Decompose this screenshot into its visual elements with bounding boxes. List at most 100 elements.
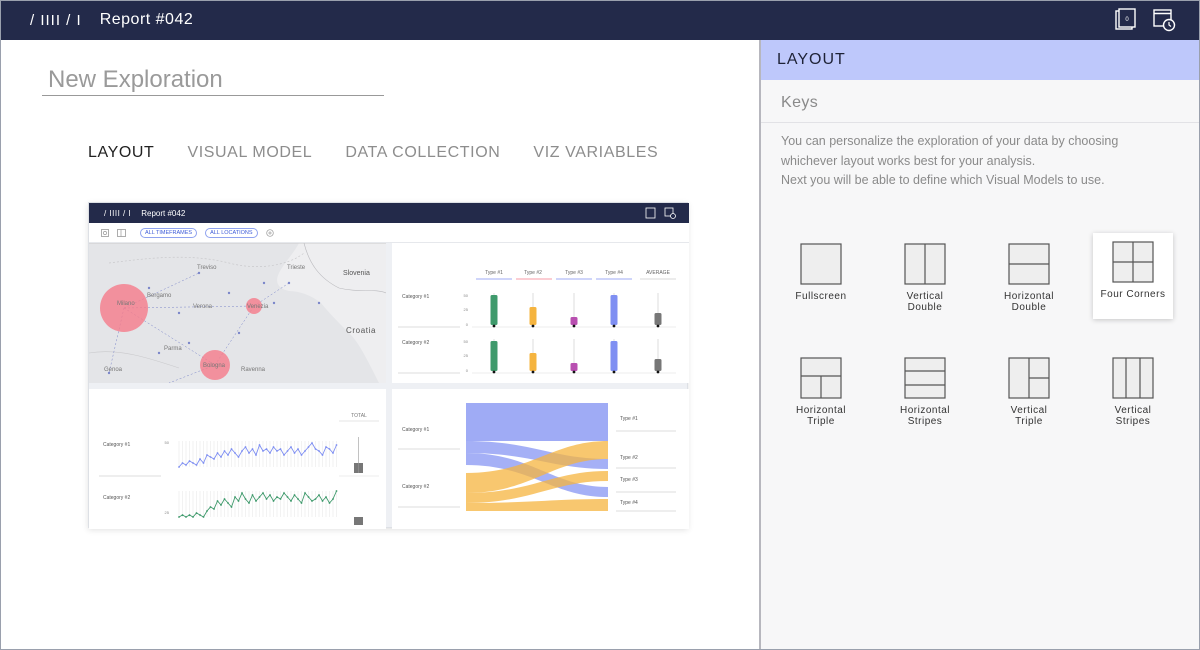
preview-line-point	[223, 498, 226, 500]
layout-option-vertical-stripes[interactable]: Vertical Stripes	[1093, 349, 1173, 435]
four-corners-layout-icon	[1112, 241, 1154, 283]
horizontal-double-layout-icon	[1008, 243, 1050, 285]
preview-line-point	[213, 508, 215, 510]
description-line: whichever layout works best for your ana…	[781, 153, 1036, 168]
layout-option-label: Vertical Double	[906, 291, 944, 313]
preview-line-point	[230, 506, 233, 508]
preview-line-chart: TOTAL Category #1 Category #2 50 25	[99, 413, 379, 525]
preview-map: Milano Bergamo Verona Venezia Trieste Tr…	[89, 243, 386, 383]
preview-bar-dot	[492, 324, 496, 328]
layout-option-four-corners[interactable]: Four Corners	[1093, 233, 1173, 319]
layout-option-label: Horizontal Triple	[795, 405, 847, 427]
tab-visual-model[interactable]: VISUAL MODEL	[187, 144, 312, 162]
preview-filter-bar: ALL TIMEFRAMES ALL LOCATIONS	[89, 223, 689, 243]
preview-line-series	[178, 490, 337, 518]
layout-option-vertical-triple[interactable]: Vertical Triple	[989, 349, 1069, 435]
preview-line-point	[220, 456, 222, 458]
report-icon[interactable]: 0	[1113, 8, 1137, 32]
preview-line-point	[192, 516, 194, 518]
preview-line-point	[290, 446, 292, 448]
preview-line-point	[276, 450, 278, 452]
vertical-double-layout-icon	[904, 243, 946, 285]
preview-line-point	[234, 452, 236, 454]
preview-line-point	[195, 512, 198, 514]
vertical-stripes-layout-icon	[1112, 357, 1154, 399]
preview-line-point	[293, 452, 296, 454]
report-title: Report #042	[99, 11, 194, 28]
tab-viz-variables[interactable]: VIZ VARIABLES	[533, 144, 658, 162]
svg-text:Category #1: Category #1	[402, 427, 429, 433]
preview-bar	[570, 317, 578, 325]
layout-option-fullscreen[interactable]: Fullscreen	[781, 235, 861, 321]
preview-line-point	[185, 464, 187, 466]
history-icon[interactable]	[1152, 8, 1176, 32]
preview-bar	[610, 341, 618, 371]
preview-line-point	[262, 492, 264, 494]
breadcrumb[interactable]: / IIII / I	[30, 12, 82, 29]
preview-flow-panel: Category #1 Category #2 Type #1 Type #2 …	[392, 389, 689, 529]
tab-data-collection[interactable]: DATA COLLECTION	[345, 144, 500, 162]
preview-line-point	[178, 466, 180, 468]
preview-line-point	[283, 454, 285, 456]
preview-line-point	[276, 496, 278, 498]
preview-line-point	[300, 502, 303, 504]
preview-line-point	[241, 492, 243, 494]
preview-line-point	[213, 458, 215, 460]
preview-line-point	[304, 492, 306, 494]
preview-line-point	[314, 448, 317, 450]
preview-line-point	[195, 464, 198, 466]
svg-text:Type #2: Type #2	[524, 270, 542, 276]
svg-text:Type #1: Type #1	[485, 270, 503, 276]
svg-text:50: 50	[464, 293, 469, 298]
layout-option-horizontal-triple[interactable]: Horizontal Triple	[781, 349, 861, 435]
preview-line-point	[237, 456, 240, 458]
preview-line-point	[272, 446, 275, 448]
preview-filter-timeframes: ALL TIMEFRAMES	[140, 227, 198, 238]
preview-top-bar: / IIII / I Report #042	[89, 203, 689, 223]
preview-line-point	[279, 498, 282, 500]
preview-filter-locations: ALL LOCATIONS	[205, 227, 258, 238]
preview-line-point	[335, 444, 338, 446]
preview-line-series	[178, 442, 337, 468]
preview-bar-chart: Type #1 Type #2 Type #3 Type #4 AVERAGE …	[398, 270, 676, 374]
preview-line-point	[220, 504, 222, 506]
preview-bar-dot	[656, 370, 660, 374]
map-city-label: Genoa	[104, 367, 123, 373]
preview-line-point	[293, 494, 296, 496]
map-city-label: Parma	[164, 346, 182, 352]
exploration-name-input[interactable]	[42, 64, 384, 96]
layout-option-vertical-double[interactable]: Vertical Double	[885, 235, 965, 321]
svg-text:TOTAL: TOTAL	[351, 413, 367, 419]
svg-text:25: 25	[464, 307, 469, 312]
map-city-label: Bologna	[203, 363, 226, 369]
preview-line-point	[325, 446, 327, 448]
preview-bar-panel: Type #1 Type #2 Type #3 Type #4 AVERAGE …	[392, 243, 689, 383]
preview-line-point	[206, 454, 208, 456]
sidebar-divider	[761, 122, 1200, 123]
sidebar-subtitle: Keys	[781, 94, 819, 111]
preview-line-point	[332, 498, 334, 500]
layout-option-label: Vertical Stripes	[1114, 405, 1152, 427]
preview-line-point	[304, 450, 306, 452]
preview-bar-dot	[531, 324, 535, 328]
layout-option-label: Four Corners	[1100, 289, 1166, 300]
preview-bar	[490, 295, 498, 325]
preview-bars	[490, 293, 662, 374]
map-city-label: Verona	[193, 304, 213, 310]
layout-option-horizontal-stripes[interactable]: Horizontal Stripes	[885, 349, 965, 435]
svg-text:Category #1: Category #1	[103, 442, 130, 448]
preview-bar	[490, 341, 498, 371]
top-bar: / IIII / I Report #042 0	[0, 0, 1200, 40]
preview-line-point	[307, 446, 310, 448]
preview-line-point	[234, 496, 236, 498]
sidebar-description: You can personalize the exploration of y…	[781, 132, 1181, 191]
preview-title: Report #042	[141, 208, 186, 218]
tab-layout[interactable]: LAYOUT	[88, 144, 154, 162]
sidebar-title: LAYOUT	[777, 51, 846, 68]
preview-line-point	[318, 450, 320, 452]
layout-option-horizontal-double[interactable]: Horizontal Double	[989, 235, 1069, 321]
preview-flow-chart: Category #1 Category #2 Type #1 Type #2 …	[398, 403, 676, 512]
preview-line-point	[262, 450, 264, 452]
preview-bar	[570, 363, 578, 371]
preview-line-point	[255, 454, 257, 456]
